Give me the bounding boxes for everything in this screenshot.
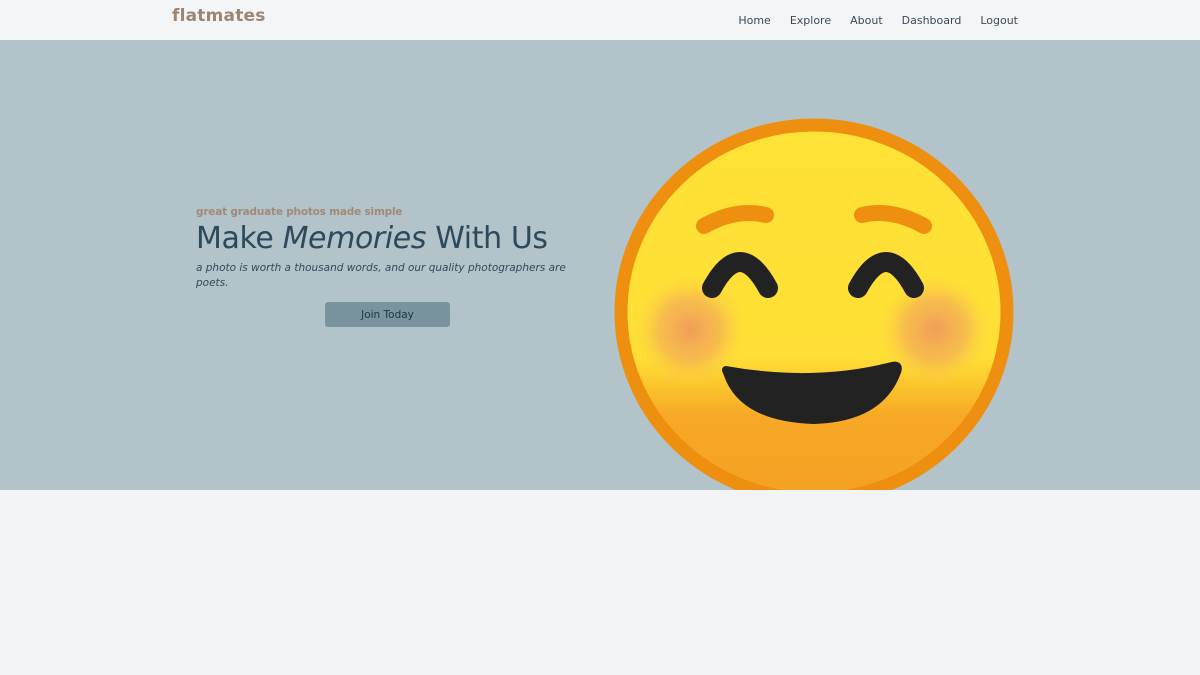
nav-link-about[interactable]: About — [850, 14, 883, 27]
smiling-face-emoji-icon — [612, 118, 1016, 508]
hero-subtext: a photo is worth a thousand words, and o… — [196, 262, 566, 289]
page-content — [0, 490, 1200, 675]
nav-link-explore[interactable]: Explore — [790, 14, 831, 27]
hero-tagline: great graduate photos made simple — [196, 206, 403, 218]
navbar: flatmates Home Explore About Dashboard L… — [0, 0, 1200, 40]
brand-logo[interactable]: flatmates — [172, 6, 266, 26]
join-today-button[interactable]: Join Today — [325, 302, 450, 327]
headline-emphasis: Memories — [282, 221, 427, 256]
headline-prefix: Make — [196, 221, 283, 256]
hero-text: great graduate photos made simple Make M… — [196, 205, 576, 327]
headline-suffix: With Us — [426, 221, 548, 256]
nav-link-logout[interactable]: Logout — [980, 14, 1018, 27]
nav-link-home[interactable]: Home — [738, 14, 770, 27]
hero-section: great graduate photos made simple Make M… — [0, 40, 1200, 506]
nav-links: Home Explore About Dashboard Logout — [738, 0, 1018, 40]
nav-link-dashboard[interactable]: Dashboard — [902, 14, 962, 27]
hero-headline: Make Memories With Us — [196, 221, 576, 257]
